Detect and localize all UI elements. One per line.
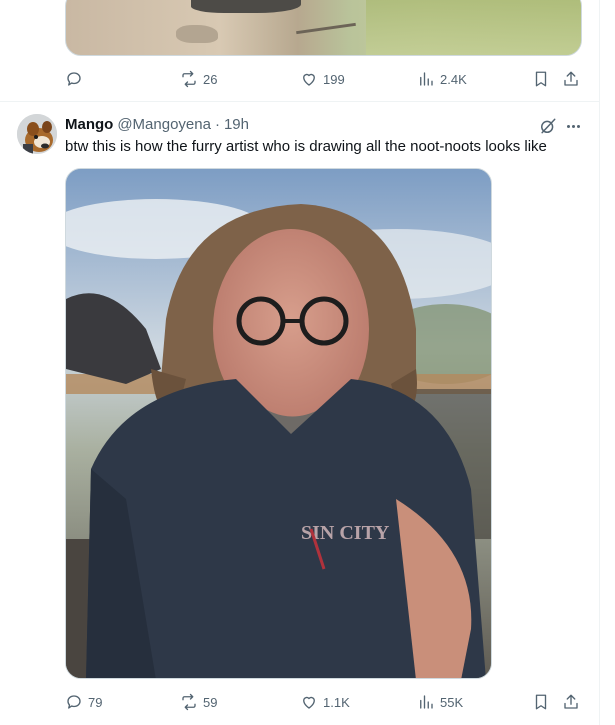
tweet-divider [0,101,600,102]
header-separator: · [214,115,220,133]
tweet-action-bar: 79 59 1.1K 55K [65,692,585,712]
reply-icon [67,72,81,86]
like-icon [303,73,315,86]
avatar[interactable] [17,114,57,154]
share-icon [564,694,578,709]
tweet-text: btw this is how the furry artist who is … [65,138,547,155]
views-icon [420,695,433,709]
tweet-photo[interactable]: SIN CITY [65,168,492,679]
media-grass [366,0,581,55]
repost-count: 59 [203,694,218,710]
grok-icon [541,118,556,134]
repost-icon [182,693,196,711]
previous-tweet-action-bar: 26 199 2.4K [65,69,585,89]
views-count: 55K [440,694,464,710]
media-stick [296,22,356,35]
like-count: 1.1K [323,694,350,710]
repost-button[interactable]: 59 [180,692,217,712]
views-button[interactable]: 2.4K [417,69,467,89]
hyena-avatar-icon [17,114,57,154]
more-button[interactable] [563,116,583,136]
like-button[interactable]: 1.1K [300,692,350,712]
views-icon [420,72,433,86]
repost-icon [182,70,196,88]
author-handle[interactable]: @Mangoyena [117,116,211,133]
author-name[interactable]: Mango [65,116,113,133]
timeline: 26 199 2.4K Mango @Mangoyena · 19h btw t… [0,0,600,725]
bookmark-icon [535,694,547,710]
bookmark-button[interactable] [532,69,550,89]
reply-count: 79 [88,694,103,710]
reply-button[interactable]: 79 [65,692,102,712]
previous-tweet-media[interactable] [65,0,582,56]
more-dot [576,124,580,128]
repost-button[interactable]: 26 [180,69,217,89]
share-button[interactable] [562,692,580,712]
tweet-header: Mango @Mangoyena · 19h [65,115,249,133]
share-icon [564,71,578,86]
more-dot [571,124,575,128]
bookmark-button[interactable] [532,692,550,712]
more-dot [566,124,570,128]
like-count: 199 [323,71,345,87]
bookmark-icon [535,71,547,87]
grok-button[interactable] [538,116,558,136]
reply-icon [67,695,81,709]
tweet-timestamp[interactable]: 19h [224,116,249,133]
views-count: 2.4K [440,71,467,87]
media-shadow [191,0,301,13]
media-rock [176,25,218,43]
share-button[interactable] [562,69,580,89]
like-icon [303,696,315,709]
views-button[interactable]: 55K [417,692,463,712]
like-button[interactable]: 199 [300,69,345,89]
photo-illustration: SIN CITY [66,169,491,678]
reply-button[interactable] [65,69,88,89]
repost-count: 26 [203,71,218,87]
